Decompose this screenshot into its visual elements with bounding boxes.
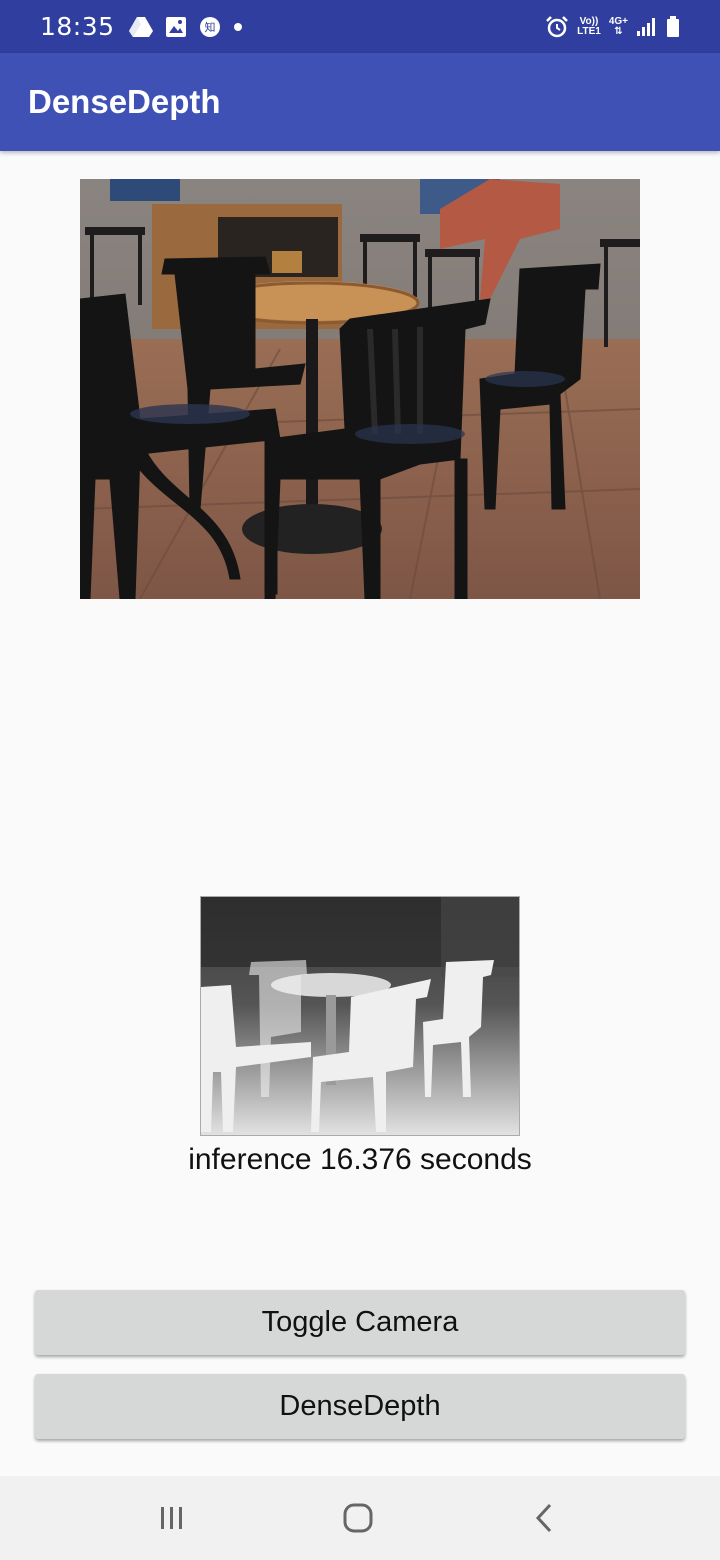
home-icon: [343, 1503, 373, 1533]
data-arrows-icon: ⇅: [614, 25, 623, 37]
recents-icon: [161, 1507, 182, 1529]
depth-map-image: [200, 896, 520, 1136]
camera-preview-image: [80, 179, 640, 599]
status-system-icons: Vo)) LTE1 4G+ ⇅: [545, 15, 680, 39]
zhihu-icon: 知: [199, 16, 220, 37]
battery-icon: [667, 15, 679, 37]
status-time: 18:35: [40, 12, 115, 41]
drive-icon: [128, 16, 153, 37]
back-icon: [535, 1503, 552, 1533]
volte-label-bottom: LTE1: [577, 25, 601, 37]
network-4g-icon: 4G+ ⇅: [608, 15, 628, 37]
back-button[interactable]: [500, 1476, 590, 1560]
toggle-camera-button[interactable]: Toggle Camera: [35, 1290, 685, 1355]
app-title: DenseDepth: [28, 83, 221, 120]
network-label: 4G+: [608, 15, 628, 27]
status-bar: 18:35 知 Vo)) LTE1 4G+ ⇅: [0, 0, 720, 53]
navigation-bar: [0, 1476, 720, 1560]
status-notification-icons: 知: [128, 16, 243, 38]
depth-scene: [201, 897, 519, 1135]
alarm-icon: [546, 15, 568, 37]
svg-text:知: 知: [204, 20, 215, 34]
densedepth-button[interactable]: DenseDepth: [35, 1374, 685, 1439]
volte-icon: Vo)) LTE1: [577, 15, 601, 37]
app-bar: DenseDepth: [0, 53, 720, 151]
inference-time-text: inference 16.376 seconds: [188, 1143, 532, 1176]
volte-label-top: Vo)): [579, 15, 599, 27]
camera-scene: [80, 179, 640, 599]
dot-icon: [233, 22, 242, 31]
home-button[interactable]: [313, 1476, 403, 1560]
recents-button[interactable]: [127, 1476, 217, 1560]
image-icon: [165, 16, 186, 37]
signal-icon: [637, 17, 655, 36]
